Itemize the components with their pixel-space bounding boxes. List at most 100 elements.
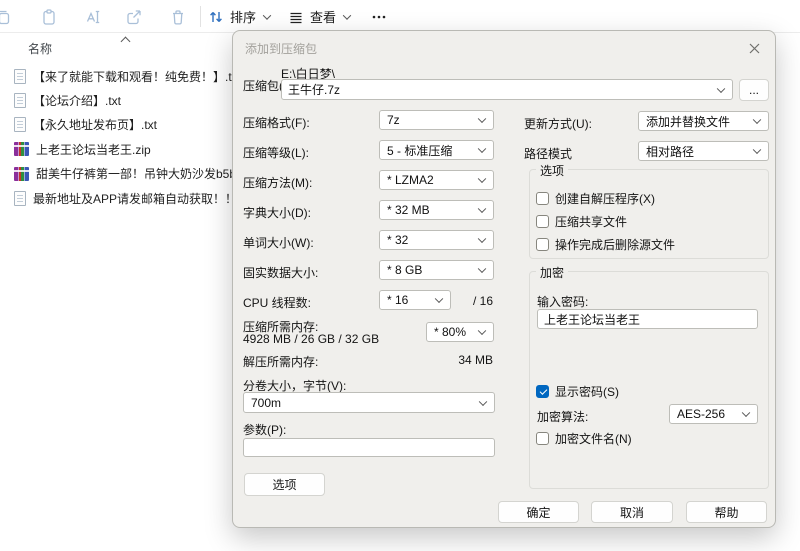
encrypt-filenames-checkbox[interactable] <box>536 432 549 445</box>
delete-after-checkbox[interactable] <box>536 238 549 251</box>
file-row[interactable]: 最新地址及APP请发邮箱自动获取！！！.... <box>0 186 232 210</box>
file-row[interactable]: 【来了就能下载和观看！纯免费！】.txt <box>0 64 232 88</box>
chevron-down-icon <box>477 264 487 274</box>
update-mode-value: 添加并替换文件 <box>646 114 731 129</box>
archive-file-icon <box>14 142 29 157</box>
view-icon <box>288 9 304 25</box>
chevron-down-icon <box>716 84 726 93</box>
delete-after-checkbox-row[interactable]: 操作完成后删除源文件 <box>536 236 675 253</box>
update-mode-combo[interactable]: 添加并替换文件 <box>638 111 769 131</box>
sfx-checkbox-label: 创建自解压程序(X) <box>555 192 655 206</box>
help-button[interactable]: 帮助 <box>686 501 767 523</box>
more-button[interactable] <box>370 0 388 33</box>
memory-percent-value: * 80% <box>434 325 467 339</box>
options-group-title: 选项 <box>536 162 569 179</box>
close-icon[interactable] <box>743 37 765 59</box>
archive-file-icon <box>14 166 29 181</box>
sort-label: 排序 <box>230 10 257 25</box>
encryption-group-title: 加密 <box>536 264 569 281</box>
ok-button[interactable]: 确定 <box>498 501 579 523</box>
word-size-combo[interactable]: * 32 <box>379 230 494 250</box>
format-combo[interactable]: 7z <box>379 110 494 130</box>
shared-files-checkbox-row[interactable]: 压缩共享文件 <box>536 213 627 230</box>
word-size-value: * 32 <box>387 233 409 247</box>
sfx-checkbox-row[interactable]: 创建自解压程序(X) <box>536 190 655 207</box>
dictionary-label: 字典大小(D): <box>243 206 311 220</box>
parameters-input[interactable] <box>243 438 495 457</box>
level-value: 5 - 标准压缩 <box>387 143 453 158</box>
cpu-threads-value: * 16 <box>387 293 409 307</box>
chevron-down-icon <box>477 114 487 124</box>
cancel-button[interactable]: 取消 <box>591 501 673 523</box>
encryption-method-combo[interactable]: AES-256 <box>669 404 758 424</box>
sort-icon <box>208 9 224 25</box>
memory-compress-detail: 4928 MB / 26 GB / 32 GB <box>243 332 380 346</box>
delete-icon[interactable] <box>168 7 188 27</box>
options-button[interactable]: 选项 <box>244 473 325 496</box>
show-password-checkbox[interactable] <box>536 385 549 398</box>
archive-name-input[interactable] <box>282 80 702 99</box>
browse-button[interactable]: ... <box>739 79 769 101</box>
chevron-down-icon <box>342 10 352 20</box>
encryption-method-value: AES-256 <box>677 407 726 421</box>
explorer-window: 排序 查看 名称 【来了就能下载和观看！纯免费！】.txt 【论坛介绍】.txt… <box>0 0 800 551</box>
file-name: 上老王论坛当老王.zip <box>36 142 151 157</box>
file-row[interactable]: 上老王论坛当老王.zip <box>0 137 232 161</box>
txt-file-icon <box>14 93 26 109</box>
share-icon[interactable] <box>124 7 144 27</box>
solid-block-combo[interactable]: * 8 GB <box>379 260 494 280</box>
dictionary-value: * 32 MB <box>387 203 430 217</box>
chevron-down-icon <box>477 174 487 184</box>
volume-size-combo[interactable]: 700m <box>243 392 495 413</box>
dialog-title: 添加到压缩包 <box>245 42 318 56</box>
file-name: 【论坛介绍】.txt <box>33 94 122 109</box>
shared-files-checkbox-label: 压缩共享文件 <box>555 215 628 229</box>
view-button[interactable]: 查看 <box>288 0 352 33</box>
level-combo[interactable]: 5 - 标准压缩 <box>379 140 494 160</box>
copy-icon[interactable] <box>0 7 13 27</box>
word-size-label: 单词大小(W): <box>243 236 314 250</box>
path-mode-combo[interactable]: 相对路径 <box>638 141 769 161</box>
file-row[interactable]: 【论坛介绍】.txt <box>0 88 232 112</box>
solid-block-label: 固实数据大小: <box>243 266 319 280</box>
column-header-name[interactable]: 名称 <box>28 40 52 57</box>
chevron-down-icon <box>477 144 487 154</box>
chevron-down-icon <box>752 115 762 125</box>
format-label: 压缩格式(F): <box>243 116 310 130</box>
rename-icon[interactable] <box>84 7 104 27</box>
sfx-checkbox[interactable] <box>536 192 549 205</box>
dictionary-combo[interactable]: * 32 MB <box>379 200 494 220</box>
txt-file-icon <box>14 190 26 206</box>
solid-block-value: * 8 GB <box>387 263 423 277</box>
archive-name-combo[interactable] <box>281 79 733 100</box>
chevron-down-icon <box>477 234 487 244</box>
toolbar-divider <box>200 6 201 27</box>
file-row[interactable]: 【永久地址发布页】.txt <box>0 113 232 137</box>
update-mode-label: 更新方式(U): <box>524 117 592 131</box>
sort-ascending-icon[interactable] <box>120 36 131 47</box>
shared-files-checkbox[interactable] <box>536 215 549 228</box>
view-label: 查看 <box>310 10 337 25</box>
cpu-threads-combo[interactable]: * 16 <box>379 290 451 310</box>
sort-button[interactable]: 排序 <box>208 0 272 33</box>
delete-after-checkbox-label: 操作完成后删除源文件 <box>555 238 676 252</box>
password-input[interactable] <box>537 309 758 329</box>
file-list: 【来了就能下载和观看！纯免费！】.txt 【论坛介绍】.txt 【永久地址发布页… <box>0 64 232 210</box>
txt-file-icon <box>14 68 26 84</box>
file-name: 【永久地址发布页】.txt <box>33 118 158 133</box>
method-value: * LZMA2 <box>387 173 434 187</box>
paste-icon[interactable] <box>39 7 59 27</box>
chevron-down-icon <box>434 294 444 304</box>
show-password-checkbox-label: 显示密码(S) <box>555 385 619 399</box>
encryption-method-label: 加密算法: <box>537 410 589 424</box>
file-name: 甜美牛仔裤第一部！吊钟大奶沙发b5bd... <box>36 167 232 182</box>
file-row[interactable]: 甜美牛仔裤第一部！吊钟大奶沙发b5bd... <box>0 162 232 186</box>
method-combo[interactable]: * LZMA2 <box>379 170 494 190</box>
cpu-threads-max: / 16 <box>472 294 493 308</box>
memory-percent-combo[interactable]: * 80% <box>426 322 494 342</box>
chevron-down-icon <box>262 10 272 20</box>
show-password-checkbox-row[interactable]: 显示密码(S) <box>536 383 619 400</box>
method-label: 压缩方法(M): <box>243 176 313 190</box>
volume-size-value: 700m <box>251 395 282 410</box>
encrypt-filenames-checkbox-row[interactable]: 加密文件名(N) <box>536 430 632 447</box>
